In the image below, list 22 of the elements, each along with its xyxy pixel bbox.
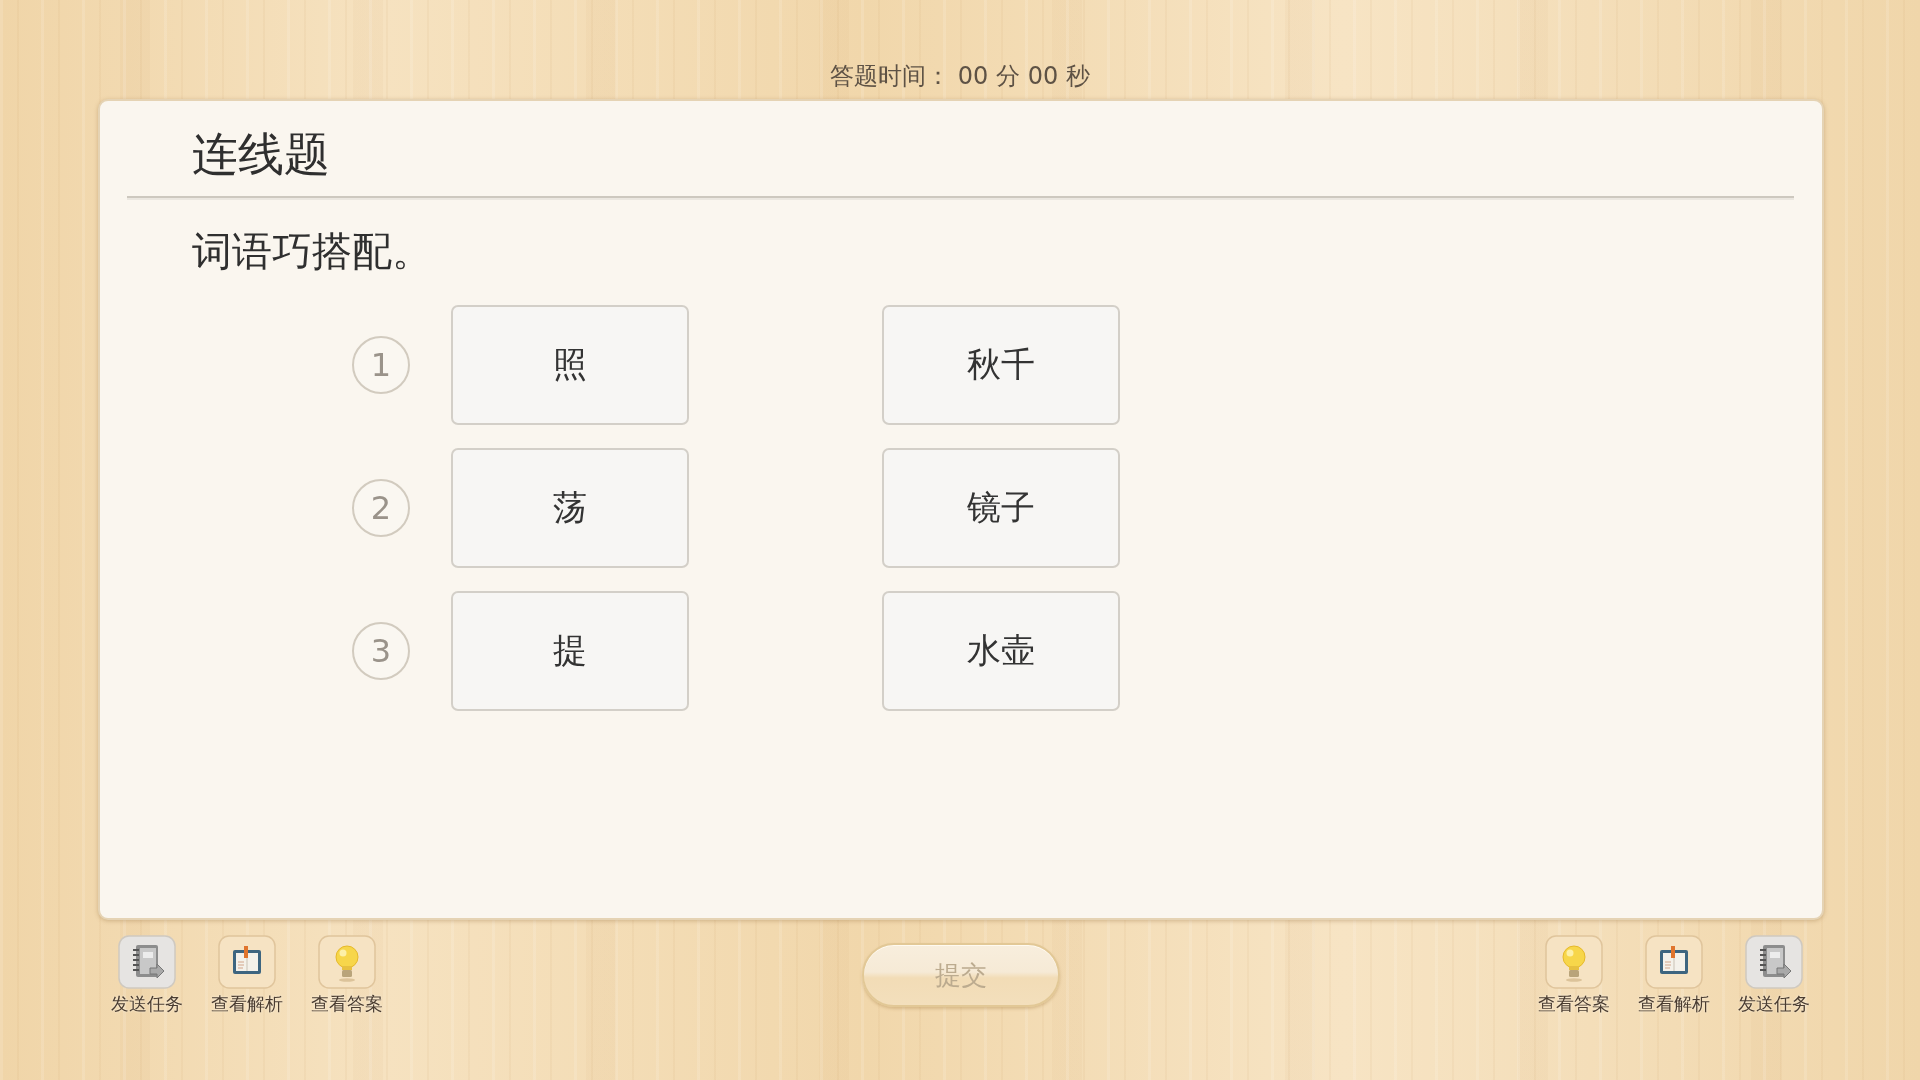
toolbar-button[interactable]: 查看解析 — [202, 935, 292, 1015]
word-card[interactable]: 提 — [451, 591, 689, 711]
word-card[interactable]: 照 — [451, 305, 689, 425]
word-card[interactable]: 镜子 — [882, 448, 1120, 568]
row-number: 1 — [352, 336, 410, 394]
toolbar-button[interactable]: 发送任务 — [102, 935, 192, 1015]
toolbar-button[interactable]: 查看解析 — [1629, 935, 1719, 1015]
book-icon — [1645, 935, 1703, 989]
book-icon — [218, 935, 276, 989]
answer-timer: 答题时间： 00 分 00 秒 — [830, 61, 1090, 91]
question-type-title: 连线题 — [192, 126, 330, 182]
toolbar-button[interactable]: 查看答案 — [1529, 935, 1619, 1015]
word-card[interactable]: 水壶 — [882, 591, 1120, 711]
row-number: 3 — [352, 622, 410, 680]
question-prompt: 词语巧搭配。 — [192, 227, 432, 276]
toolbar-button[interactable]: 查看答案 — [302, 935, 392, 1015]
word-card[interactable]: 秋千 — [882, 305, 1120, 425]
row-number: 2 — [352, 479, 410, 537]
toolbar-button[interactable]: 发送任务 — [1729, 935, 1819, 1015]
lightbulb-icon — [318, 935, 376, 989]
lightbulb-icon — [1545, 935, 1603, 989]
word-card[interactable]: 荡 — [451, 448, 689, 568]
